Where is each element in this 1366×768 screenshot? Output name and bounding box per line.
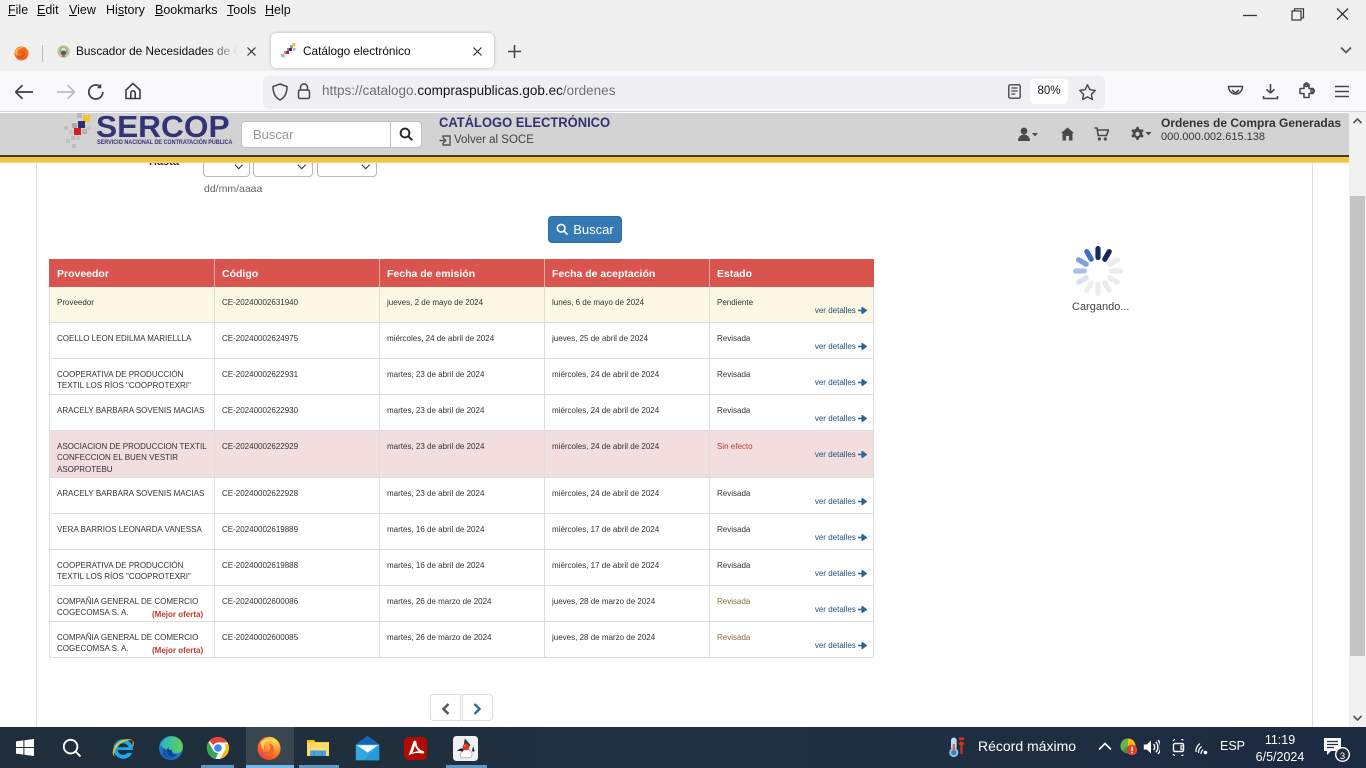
svg-text:3: 3 [1340,751,1345,762]
